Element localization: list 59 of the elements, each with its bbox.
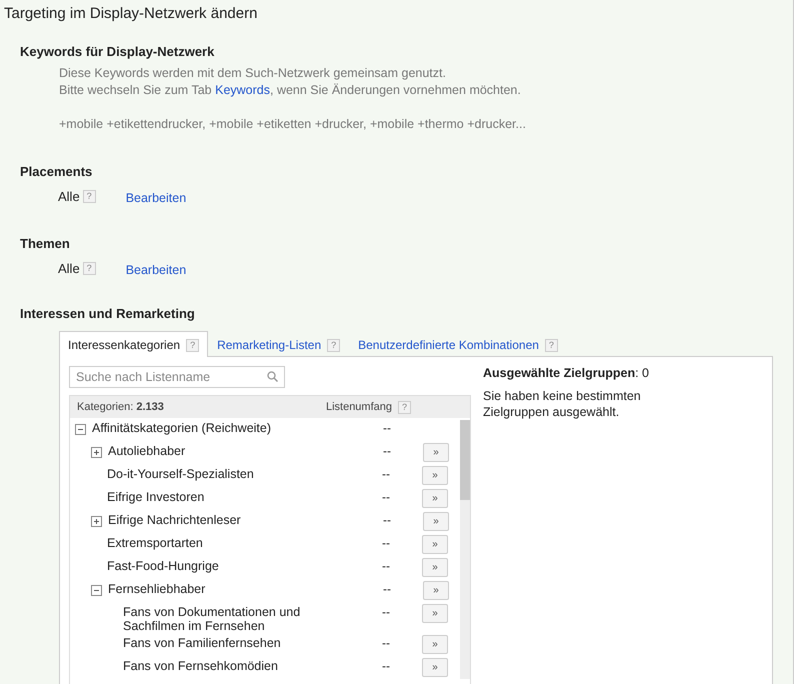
section-heading: Interessen und Remarketing	[20, 306, 196, 321]
add-button[interactable]: »	[422, 535, 448, 554]
add-button[interactable]: »	[423, 581, 449, 600]
add-button[interactable]: »	[422, 558, 448, 577]
search-field[interactable]: Suche nach Listenname	[69, 366, 285, 388]
tab[interactable]: Benutzerdefinierte Kombinationen ?	[349, 331, 567, 357]
edit-link[interactable]: Bearbeiten	[126, 191, 186, 205]
list-size: --	[381, 559, 391, 573]
section-heading: Keywords für Display-Netzwerk	[20, 44, 216, 59]
list-size: --	[381, 536, 391, 550]
selected-count: Ausgewählte Zielgruppen: 0	[483, 366, 650, 380]
category-name: Extremsportarten	[107, 536, 204, 550]
keywords-link[interactable]: Keywords	[215, 83, 270, 97]
info-text: Diese Keywords werden mit dem Such-Netzwerk gemeinsam genutzt.	[58, 65, 447, 82]
edit-link[interactable]: Bearbeiten	[126, 263, 186, 277]
list-size: --	[381, 605, 391, 619]
add-button[interactable]: »	[422, 635, 448, 654]
column-header: Listenumfang	[326, 401, 392, 413]
category-name: Affinitätskategorien (Reichweite)	[92, 421, 272, 435]
add-button[interactable]: »	[422, 466, 448, 485]
keyword-list: +mobile +etikettendrucker, +mobile +etiketten +drucker, +mobile +thermo +drucker...	[20, 116, 773, 133]
tab[interactable]: Interessenkategorien ?	[59, 331, 208, 357]
category-name: Do-it-Yourself-Spezialisten	[107, 467, 255, 481]
category-name: Autoliebhaber	[108, 444, 186, 458]
section-heading: Themen	[20, 236, 71, 251]
list-size: --	[381, 467, 391, 481]
category-name: Eifrige Investoren	[107, 490, 206, 504]
category-name: Fernsehliebhaber	[108, 582, 206, 596]
add-button[interactable]: »	[422, 658, 448, 677]
expand-icon[interactable]	[91, 447, 102, 458]
category-name: Fans von Dokumentationen und Sachfilmen im Fernsehen	[123, 605, 302, 633]
list-size: --	[381, 659, 391, 673]
category-name: Fans von Familienfernsehen	[123, 636, 282, 650]
add-button[interactable]: »	[422, 604, 448, 623]
list-size: --	[382, 421, 392, 435]
empty-message: Sie haben keine bestimmten Zielgruppen ausgewählt.	[483, 388, 642, 420]
collapse-icon[interactable]	[75, 424, 86, 435]
category-name: Fast-Food-Hungrige	[107, 559, 220, 573]
hint-text: Bitte wechseln Sie zum Tab Keywords, wenn Sie Änderungen vornehmen möchten.	[58, 82, 522, 99]
targeting-value: Alle	[58, 188, 80, 204]
section-heading: Placements	[20, 164, 94, 179]
collapse-icon[interactable]	[91, 585, 102, 596]
add-button[interactable]: »	[422, 489, 448, 508]
list-size: --	[382, 513, 392, 527]
add-button[interactable]: »	[423, 443, 449, 462]
list-size: --	[382, 444, 392, 458]
list-size: --	[381, 490, 391, 504]
targeting-value: Alle	[58, 260, 80, 276]
list-size: --	[382, 582, 392, 596]
page-title: Targeting im Display-Netzwerk ändern	[3, 4, 258, 22]
category-name: Fans von Fernsehkomödien	[123, 659, 279, 673]
list-size: --	[381, 636, 391, 650]
category-count: Kategorien: 2.133	[77, 401, 164, 413]
expand-icon[interactable]	[91, 516, 102, 527]
search-icon	[267, 371, 278, 382]
scrollbar[interactable]	[460, 420, 470, 679]
add-button[interactable]: »	[423, 512, 449, 531]
tab[interactable]: Remarketing-Listen ?	[208, 331, 350, 357]
category-name: Eifrige Nachrichtenleser	[108, 513, 242, 527]
